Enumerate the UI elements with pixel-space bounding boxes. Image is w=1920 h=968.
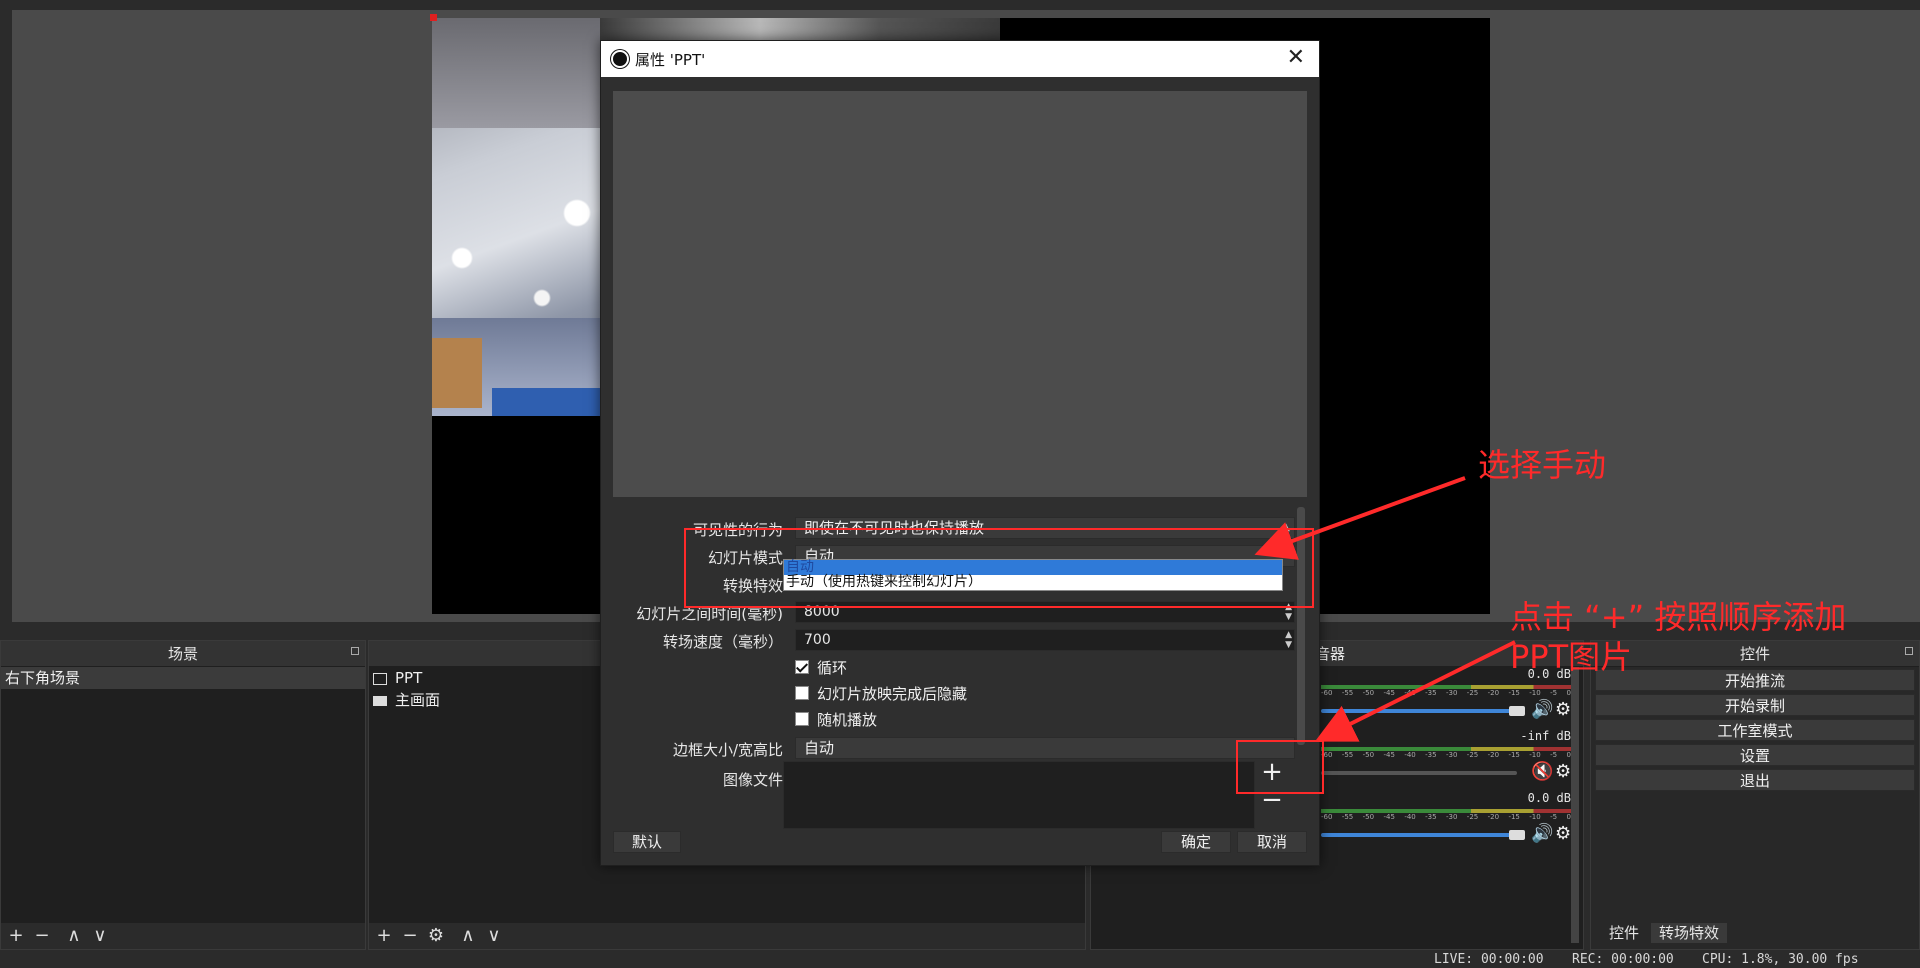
- arrow-to-slide-mode: [1254, 476, 1466, 560]
- annotation-arrows: [1254, 476, 1516, 742]
- arrow-to-add-button: [1314, 640, 1516, 742]
